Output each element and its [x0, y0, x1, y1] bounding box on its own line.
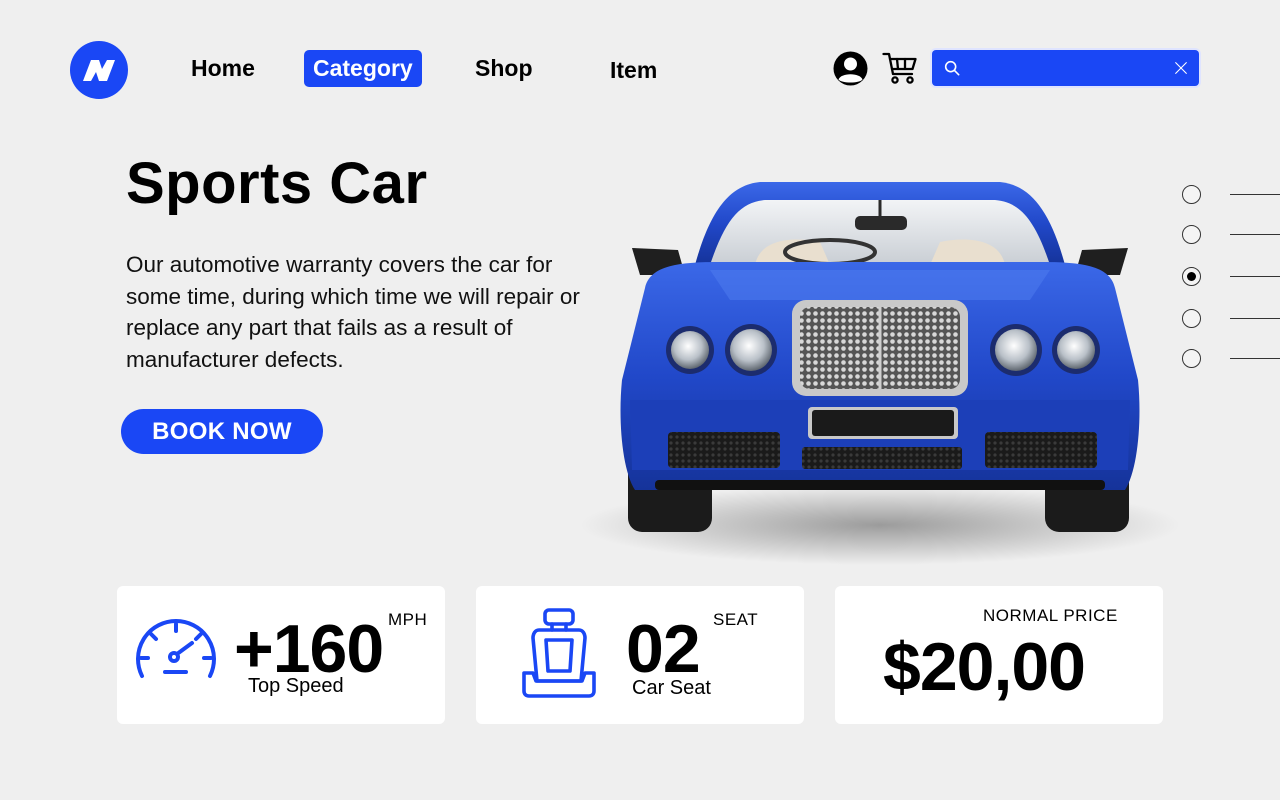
slider-line	[1230, 276, 1280, 277]
slider-dot-row	[1182, 267, 1280, 286]
slider-dot[interactable]	[1182, 185, 1201, 204]
slider-line	[1230, 358, 1280, 359]
search-input[interactable]	[968, 59, 1175, 77]
search-bar[interactable]	[932, 50, 1199, 86]
slider-dot[interactable]	[1182, 225, 1201, 244]
brand-logo[interactable]	[70, 41, 128, 99]
slider-line	[1230, 318, 1280, 319]
nav-shop[interactable]: Shop	[475, 50, 533, 87]
seat-unit: SEAT	[713, 610, 759, 629]
slider-dot-row	[1182, 349, 1280, 368]
nav-item[interactable]: Item	[610, 52, 657, 89]
slider-line	[1230, 234, 1280, 235]
page-title: Sports Car	[126, 151, 428, 216]
seat-value: 02	[626, 611, 701, 687]
price-label: NORMAL PRICE	[983, 606, 1118, 625]
slider-dot-row	[1182, 225, 1280, 244]
slider-dot-row	[1182, 185, 1280, 204]
car-seat-icon	[519, 607, 599, 704]
logo-icon	[83, 60, 115, 81]
user-icon[interactable]	[832, 50, 869, 92]
slider-dot-active-marker	[1187, 272, 1196, 281]
nav-category[interactable]: Category	[304, 50, 422, 87]
price-value: $20,00	[883, 629, 1086, 705]
slider-dot[interactable]	[1182, 309, 1201, 328]
slider-dot-row	[1182, 309, 1280, 328]
speedometer-icon	[134, 616, 218, 685]
close-icon[interactable]	[1175, 59, 1187, 77]
slider-dot[interactable]	[1182, 349, 1201, 368]
seat-label: Car Seat	[632, 677, 711, 699]
nav-home[interactable]: Home	[191, 50, 255, 87]
search-icon[interactable]	[944, 56, 960, 80]
slider-dot[interactable]	[1182, 267, 1201, 286]
book-now-button[interactable]: BOOK NOW	[121, 409, 323, 454]
slider-line	[1230, 194, 1280, 195]
car-image	[560, 170, 1180, 575]
price-card: NORMAL PRICE $20,00	[835, 586, 1163, 724]
speed-card: +160 MPH Top Speed	[117, 586, 445, 724]
speed-unit: MPH	[388, 610, 428, 629]
cart-icon[interactable]	[882, 51, 918, 90]
speed-value: +160	[234, 611, 384, 687]
speed-label: Top Speed	[248, 675, 344, 697]
seat-card: 02 SEAT Car Seat	[476, 586, 804, 724]
hero-description: Our automotive warranty covers the car f…	[126, 252, 580, 372]
